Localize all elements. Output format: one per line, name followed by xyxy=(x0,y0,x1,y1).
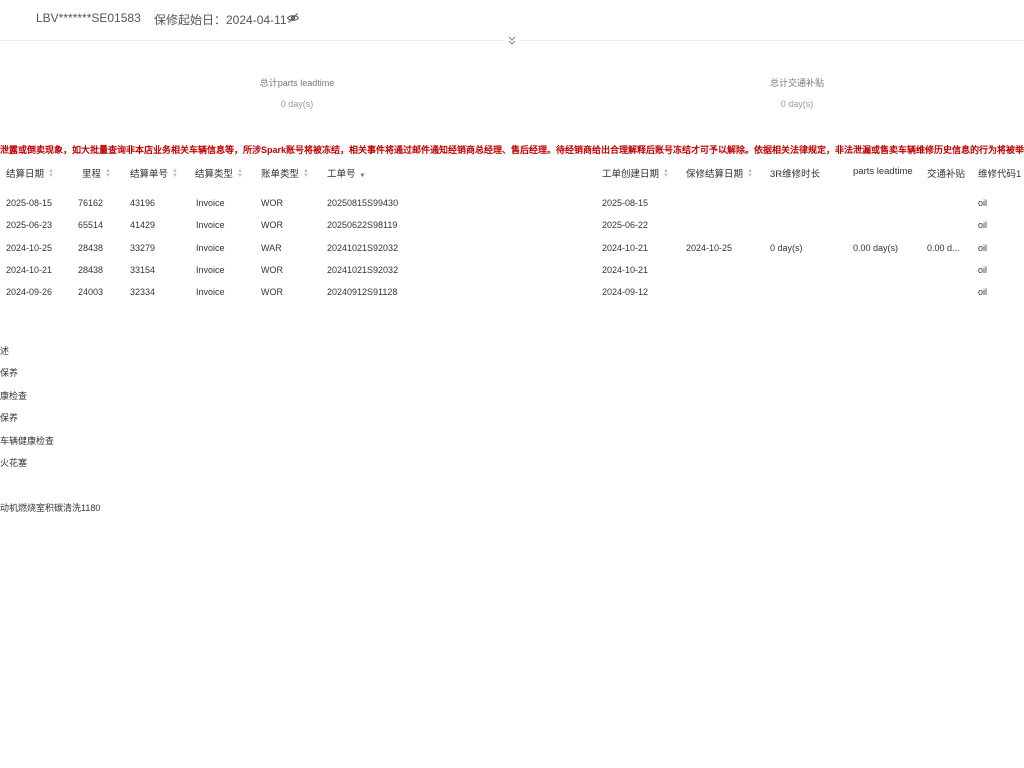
table-row[interactable]: 2024-09-26 24003 32334 Invoice WOR 20240912S9… xyxy=(0,287,1024,301)
cell-settlement-type: Invoice xyxy=(196,287,225,298)
list-item: 保养 xyxy=(0,368,19,378)
total-parts-leadtime-value: 0 day(s) xyxy=(280,99,314,109)
cell-3r-repair-duration: 0 day(s) xyxy=(770,242,803,253)
sort-icon[interactable]: ▲ ▼ xyxy=(303,168,309,179)
cell-traffic-allowance: 0.00 d... xyxy=(927,242,960,253)
cell-repair-code-1: oil xyxy=(978,242,988,253)
sort-icon[interactable]: ▲ ▼ xyxy=(48,168,54,179)
cell-mileage: 24003 xyxy=(78,287,104,298)
cell-mileage: 65514 xyxy=(78,220,104,231)
sort-icon[interactable]: ▲ ▼ xyxy=(747,168,753,179)
table-row[interactable]: 2024-10-25 28438 33279 Invoice WAR 20241021S9… xyxy=(0,243,1024,257)
cell-work-order-date: 2025-06-22 xyxy=(602,220,649,231)
table-row[interactable]: 2024-10-21 28438 33154 Invoice WOR 20241021S9… xyxy=(0,265,1024,279)
cell-mileage: 76162 xyxy=(78,198,104,208)
cell-bill-type: WOR xyxy=(261,198,283,208)
cell-work-order-no: 20250622S98119 xyxy=(327,220,398,231)
cell-bill-type: WAR xyxy=(261,242,282,253)
cell-work-order-date: 2024-10-21 xyxy=(602,264,649,275)
col-3r-repair-duration[interactable]: 3R维修时长 xyxy=(770,166,820,180)
warranty-start-date: 保修起始日：2024-04-11 xyxy=(154,13,287,27)
sort-icon[interactable]: ▲ ▼ xyxy=(663,168,669,179)
cell-work-order-date: 2025-08-15 xyxy=(602,198,649,208)
col-work-order-no[interactable]: 工单号 ▲ ▼ xyxy=(327,166,365,180)
data-privacy-warning: 泄露或倒卖现象，如大批量查询非本店业务相关车辆信息等，所涉Spark账号将被冻结… xyxy=(0,145,1024,155)
cell-work-order-no: 20241021S92032 xyxy=(327,242,399,253)
sort-icon[interactable]: ▲ ▼ xyxy=(105,168,111,179)
settlement-table-header: 结算日期 ▲ ▼ 里程 ▲ ▼ 结算单号 ▲ ▼ 结算类型 ▲ ▼ 账单类型 ▲ ▼ 工单号 ▲ ▼ 工… xyxy=(0,166,1024,180)
sort-icon[interactable]: ▲ ▼ xyxy=(237,168,243,179)
sort-icon[interactable]: ▲ ▼ xyxy=(172,168,178,179)
eye-off-icon[interactable] xyxy=(286,11,300,25)
vin-text: LBV*******SE01583 xyxy=(36,11,141,25)
cell-mileage: 28438 xyxy=(78,264,104,275)
total-traffic-allowance-value: 0 day(s) xyxy=(780,99,814,109)
total-parts-leadtime-label: 总计parts leadtime xyxy=(259,78,335,88)
cell-warranty-settlement-date: 2024-10-25 xyxy=(686,242,733,253)
cell-settlement-no: 41429 xyxy=(130,220,156,231)
vehicle-header: LBV*******SE01583 保修起始日：2024-04-11 xyxy=(0,0,1024,38)
cell-work-order-no: 20241021S92032 xyxy=(327,264,399,275)
col-parts-leadtime[interactable]: parts leadtime xyxy=(853,166,913,177)
cell-settlement-date: 2024-10-21 xyxy=(6,264,53,275)
cell-settlement-no: 33154 xyxy=(130,264,156,275)
cell-settlement-date: 2024-09-26 xyxy=(6,287,53,298)
cell-work-order-date: 2024-10-21 xyxy=(602,242,649,253)
col-traffic-allowance[interactable]: 交通补贴 xyxy=(927,166,965,180)
cell-work-order-date: 2024-09-12 xyxy=(602,287,649,298)
cell-bill-type: WOR xyxy=(261,264,283,275)
col-work-order-date[interactable]: 工单创建日期 ▲ ▼ xyxy=(602,166,669,180)
list-item: 动机燃烧室积碳清洗1180 xyxy=(0,503,101,513)
cell-repair-code-1: oil xyxy=(978,220,988,231)
total-parts-leadtime: 总计parts leadtime 0 day(s) xyxy=(197,76,397,109)
list-item: 保养 xyxy=(0,413,19,423)
cell-bill-type: WOR xyxy=(261,287,283,298)
cell-bill-type: WOR xyxy=(261,220,283,231)
cell-settlement-date: 2024-10-25 xyxy=(6,242,53,253)
col-settlement-date[interactable]: 结算日期 ▲ ▼ xyxy=(6,166,54,180)
list-item: 康检查 xyxy=(0,391,28,401)
cell-settlement-type: Invoice xyxy=(196,264,225,275)
table-row[interactable]: 2025-06-23 65514 41429 Invoice WOR 20250622S9… xyxy=(0,220,1024,234)
cell-settlement-date: 2025-06-23 xyxy=(6,220,53,231)
cell-mileage: 28438 xyxy=(78,242,104,253)
table-row[interactable]: 2025-08-15 76162 43196 Invoice WOR 20250815S9… xyxy=(0,198,1024,212)
col-repair-code-1[interactable]: 维修代码1 xyxy=(978,166,1021,180)
cell-settlement-no: 43196 xyxy=(130,198,156,208)
list-item: 述 xyxy=(0,346,10,356)
col-bill-type[interactable]: 账单类型 ▲ ▼ xyxy=(261,166,309,180)
col-mileage[interactable]: 里程 ▲ ▼ xyxy=(82,166,111,180)
cell-settlement-date: 2025-08-15 xyxy=(6,198,53,208)
list-item: 火花塞 xyxy=(0,458,28,468)
cell-settlement-no: 33279 xyxy=(130,242,156,253)
total-traffic-allowance-label: 总计交通补贴 xyxy=(769,78,824,88)
cell-repair-code-1: oil xyxy=(978,264,988,275)
col-warranty-settlement-date[interactable]: 保修结算日期 ▲ ▼ xyxy=(686,166,753,180)
cell-settlement-type: Invoice xyxy=(196,220,225,231)
cell-work-order-no: 20250815S99430 xyxy=(327,198,399,208)
cell-settlement-type: Invoice xyxy=(196,242,225,253)
cell-parts-leadtime: 0.00 day(s) xyxy=(853,242,899,253)
chevron-double-down-icon[interactable] xyxy=(505,34,519,46)
list-item: 车辆健康检查 xyxy=(0,436,55,446)
cell-settlement-no: 32334 xyxy=(130,287,156,298)
cell-settlement-type: Invoice xyxy=(196,198,225,208)
cell-repair-code-1: oil xyxy=(978,198,988,208)
col-settlement-type[interactable]: 结算类型 ▲ ▼ xyxy=(195,166,243,180)
cell-repair-code-1: oil xyxy=(978,287,988,298)
sort-icon[interactable]: ▲ ▼ xyxy=(360,168,366,179)
col-settlement-no[interactable]: 结算单号 ▲ ▼ xyxy=(130,166,178,180)
cell-work-order-no: 20240912S91128 xyxy=(327,287,398,298)
total-traffic-allowance: 总计交通补贴 0 day(s) xyxy=(697,76,897,109)
